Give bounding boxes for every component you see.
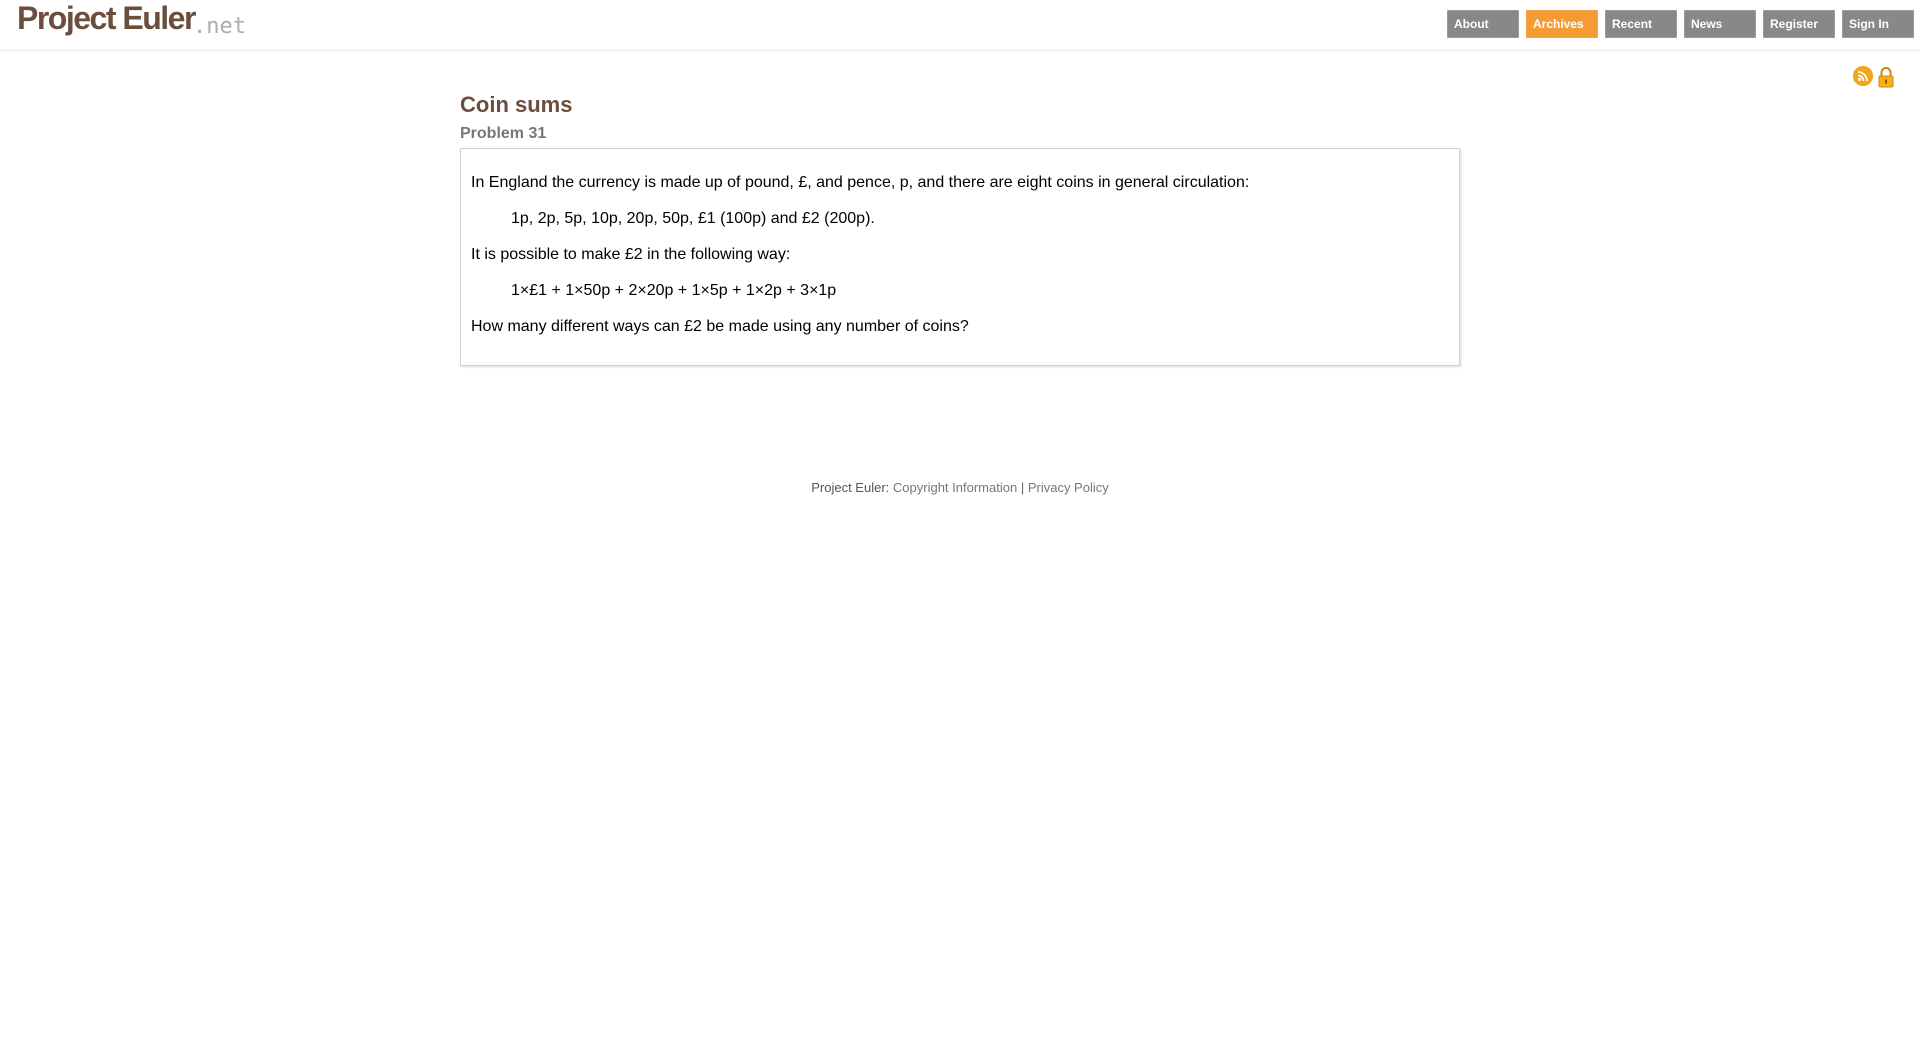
nav-recent-button[interactable]: Recent [1605,10,1677,38]
padlock-icon[interactable] [1877,66,1895,88]
problem-title: Coin sums [460,92,573,117]
logo-text: Project Euler [17,0,196,36]
logo-suffix: .net [193,14,246,39]
copyright-link[interactable]: Copyright Information [893,480,1017,495]
footer-label: Project Euler: [811,480,890,495]
problem-paragraph: It is possible to make £2 in the followi… [471,246,791,263]
site-header: Project Euler .net About Archives Recent… [0,0,1920,50]
problem-content: Coin sums Problem 31 In England the curr… [460,88,1460,366]
coin-list: 1p, 2p, 5p, 10p, 20p, 50p, £1 (100p) and… [511,210,875,227]
problem-number: Problem 31 [460,125,547,142]
nav-sign-in-button[interactable]: Sign In [1842,10,1914,38]
nav-about-button[interactable]: About [1447,10,1519,38]
example-sum: 1×£1 + 1×50p + 2×20p + 1×5p + 1×2p + 3×1… [511,282,837,299]
rss-feed-icon[interactable] [1853,66,1873,86]
footer-separator: | [1020,480,1025,495]
nav-archives-button[interactable]: Archives [1526,10,1598,38]
main-nav: About Archives Recent News Register Sign… [1440,10,1914,38]
nav-register-button[interactable]: Register [1763,10,1835,38]
privacy-policy-link[interactable]: Privacy Policy [1028,480,1109,495]
site-footer: Project Euler: Copyright Information | P… [0,480,1920,495]
nav-news-button[interactable]: News [1684,10,1756,38]
problem-paragraph: In England the currency is made up of po… [471,174,1250,191]
problem-statement: In England the currency is made up of po… [460,148,1460,366]
problem-question: How many different ways can £2 be made u… [471,318,969,335]
info-icons [1853,66,1895,88]
